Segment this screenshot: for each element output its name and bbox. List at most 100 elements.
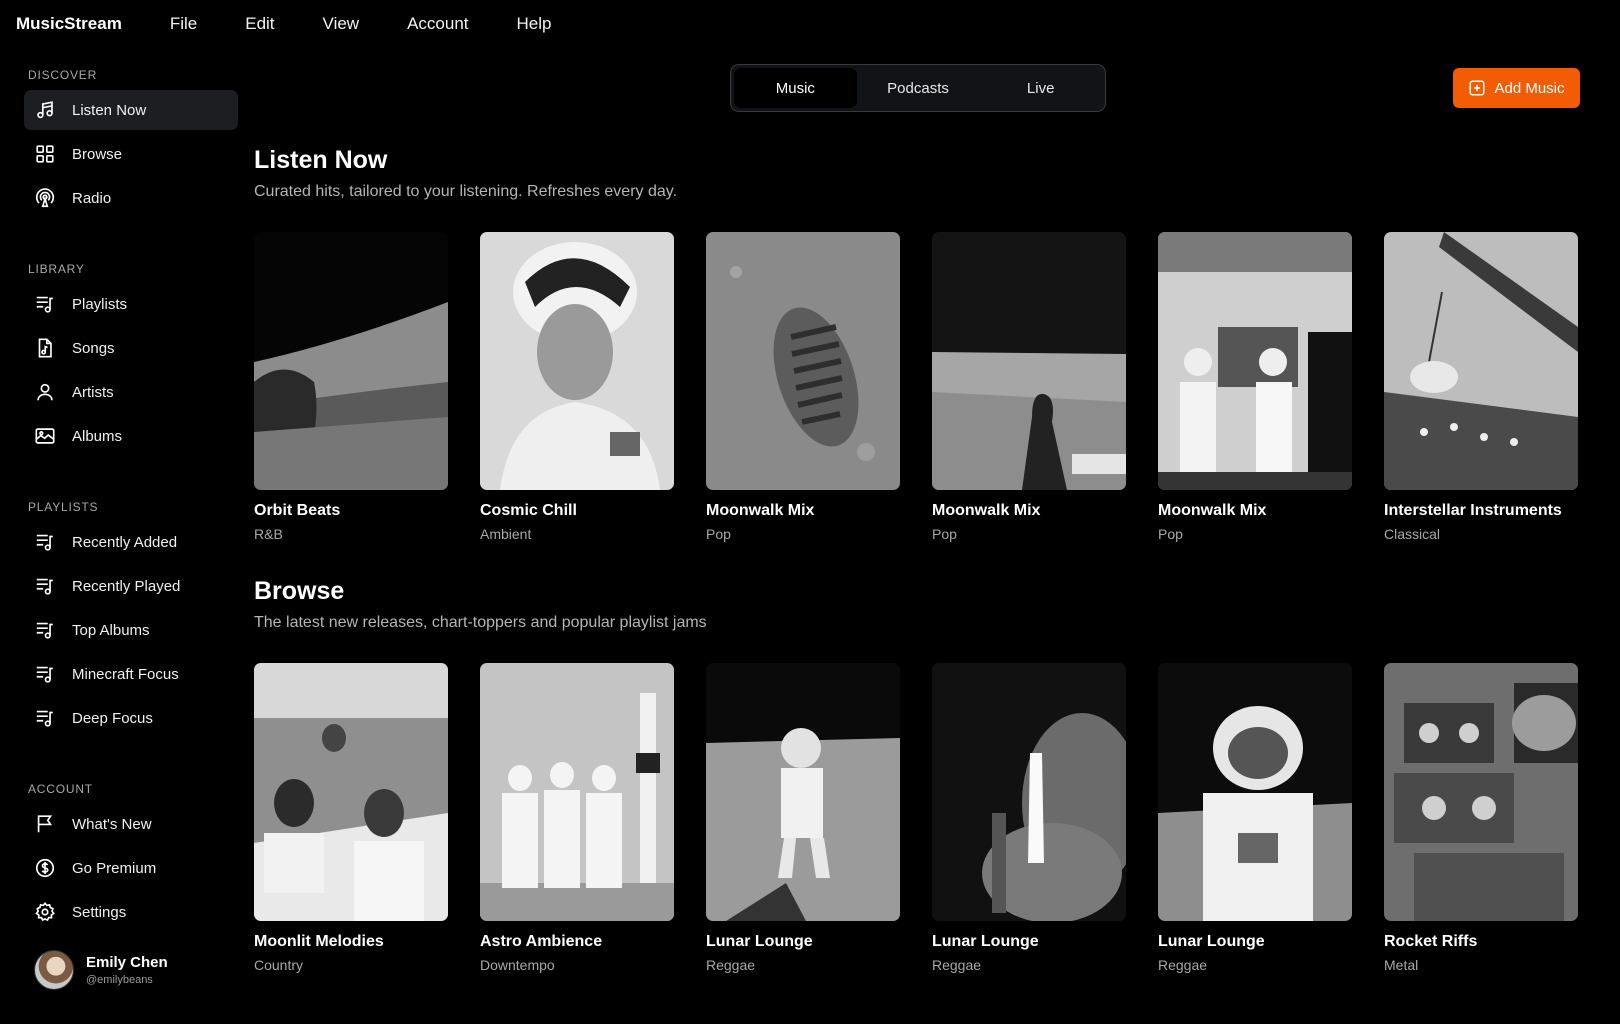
tab-music[interactable]: Music: [734, 68, 857, 108]
album-card[interactable]: Astro Ambience Downtempo: [480, 663, 674, 973]
avatar: [34, 950, 74, 990]
sidebar-item-minecraft-focus[interactable]: Minecraft Focus: [24, 654, 238, 694]
album-title[interactable]: Cosmic Chill: [480, 502, 674, 520]
sidebar-item-browse[interactable]: Browse: [24, 134, 238, 174]
album-title[interactable]: Rocket Riffs: [1384, 933, 1578, 951]
sidebar-item-label: Songs: [72, 339, 115, 357]
sidebar-item-artists[interactable]: Artists: [24, 372, 238, 412]
playlist-icon: [36, 710, 53, 727]
sidebar-item-label: Radio: [72, 189, 112, 207]
sidebar-item-recently-played[interactable]: Recently Played: [24, 566, 238, 606]
menu-edit[interactable]: Edit: [245, 14, 274, 34]
playlist-icon: [36, 622, 53, 639]
album-title[interactable]: Moonwalk Mix: [932, 502, 1126, 520]
album-art-image[interactable]: [480, 232, 674, 490]
sidebar-item-label: Playlists: [72, 295, 128, 313]
album-card[interactable]: Rocket Riffs Metal: [1384, 663, 1578, 973]
album-card[interactable]: Moonwalk Mix Pop: [932, 232, 1126, 542]
album-art-image[interactable]: [932, 663, 1126, 921]
album-icon: [35, 428, 55, 444]
album-card[interactable]: Interstellar Instruments Classical: [1384, 232, 1578, 542]
menu-view[interactable]: View: [323, 14, 360, 34]
menu-file[interactable]: File: [170, 14, 197, 34]
listen-now-title: Listen Now: [254, 146, 388, 174]
playlist-icon: [36, 296, 53, 313]
listen-now-header: Listen Now Curated hits, tailored to you…: [254, 146, 677, 201]
radio-icon: [35, 188, 55, 208]
tab-podcasts[interactable]: Podcasts: [857, 68, 980, 108]
browse-row: Moonlit Melodies Country Astro Ambience …: [254, 663, 1578, 973]
album-genre: Reggae: [932, 957, 982, 973]
browse-subtitle: The latest new releases, chart-toppers a…: [254, 614, 707, 631]
user-icon: [37, 383, 53, 401]
gear-icon: [35, 901, 55, 922]
album-art-image[interactable]: [254, 663, 448, 921]
album-title[interactable]: Astro Ambience: [480, 933, 674, 951]
sidebar-item-whats-new[interactable]: What's New: [24, 804, 238, 844]
sidebar-item-label: Minecraft Focus: [72, 665, 179, 683]
album-art-image[interactable]: [1384, 663, 1578, 921]
album-card[interactable]: Lunar Lounge Reggae: [932, 663, 1126, 973]
album-card[interactable]: Moonwalk Mix Pop: [1158, 232, 1352, 542]
album-genre: Reggae: [1158, 957, 1208, 973]
sidebar-item-listen-now[interactable]: Listen Now: [24, 90, 238, 130]
album-title[interactable]: Interstellar Instruments: [1384, 502, 1578, 520]
album-card[interactable]: Orbit Beats R&B: [254, 232, 448, 542]
album-art-image[interactable]: [1384, 232, 1578, 490]
playlist-icon: [36, 534, 53, 551]
album-title[interactable]: Moonlit Melodies: [254, 933, 448, 951]
menu-help[interactable]: Help: [517, 14, 552, 34]
sidebar-section-playlists: Playlists: [28, 500, 99, 514]
sidebar-item-label: Deep Focus: [72, 709, 153, 727]
album-art-image[interactable]: [932, 232, 1126, 490]
sidebar-item-label: Go Premium: [72, 859, 157, 877]
dollar-coin-icon: [35, 858, 55, 878]
album-title[interactable]: Lunar Lounge: [932, 933, 1126, 951]
sidebar-item-label: Albums: [72, 427, 123, 445]
app-brand: MusicStream: [16, 14, 122, 33]
listen-now-subtitle: Curated hits, tailored to your listening…: [254, 183, 678, 200]
album-title[interactable]: Moonwalk Mix: [1158, 502, 1352, 520]
profile-handle: @emilybeans: [86, 974, 153, 986]
album-card[interactable]: Moonlit Melodies Country: [254, 663, 448, 973]
sidebar-item-go-premium[interactable]: Go Premium: [24, 848, 238, 888]
album-art-image[interactable]: [480, 663, 674, 921]
album-card[interactable]: Cosmic Chill Ambient: [480, 232, 674, 542]
album-title[interactable]: Lunar Lounge: [1158, 933, 1352, 951]
album-genre: Reggae: [706, 957, 756, 973]
album-art-image[interactable]: [706, 663, 900, 921]
album-card[interactable]: Lunar Lounge Reggae: [706, 663, 900, 973]
sidebar-item-deep-focus[interactable]: Deep Focus: [24, 698, 238, 738]
album-genre: Ambient: [480, 526, 532, 542]
sidebar-item-label: Recently Played: [72, 577, 181, 595]
album-art-image[interactable]: [254, 232, 448, 490]
album-card[interactable]: Lunar Lounge Reggae: [1158, 663, 1352, 973]
album-genre: Country: [254, 957, 304, 973]
sidebar-item-albums[interactable]: Albums: [24, 416, 238, 456]
sidebar-item-songs[interactable]: Songs: [24, 328, 238, 368]
sidebar-section-account: Account: [28, 782, 93, 796]
user-profile[interactable]: Emily Chen @emilybeans: [34, 950, 168, 990]
tab-live[interactable]: Live: [979, 68, 1102, 108]
album-genre: Classical: [1384, 526, 1441, 542]
add-music-button[interactable]: Add Music: [1453, 68, 1580, 108]
album-genre: Metal: [1384, 957, 1419, 973]
add-music-label: Add Music: [1494, 79, 1565, 97]
sidebar-item-playlists[interactable]: Playlists: [24, 284, 238, 324]
sidebar-item-radio[interactable]: Radio: [24, 178, 238, 218]
sidebar-item-recently-added[interactable]: Recently Added: [24, 522, 238, 562]
album-card[interactable]: Moonwalk Mix Pop: [706, 232, 900, 542]
album-art-image[interactable]: [706, 232, 900, 490]
album-genre: Downtempo: [480, 957, 555, 973]
browse-header: Browse The latest new releases, chart-to…: [254, 577, 707, 632]
sidebar-item-settings[interactable]: Settings: [24, 892, 238, 932]
plus-square-icon: [1469, 80, 1485, 96]
album-art-image[interactable]: [1158, 232, 1352, 490]
album-art-image[interactable]: [1158, 663, 1352, 921]
album-title[interactable]: Lunar Lounge: [706, 933, 900, 951]
sidebar-item-top-albums[interactable]: Top Albums: [24, 610, 238, 650]
album-title[interactable]: Orbit Beats: [254, 502, 448, 520]
sidebar-item-label: Settings: [72, 903, 127, 921]
menu-account[interactable]: Account: [407, 14, 468, 34]
album-title[interactable]: Moonwalk Mix: [706, 502, 900, 520]
